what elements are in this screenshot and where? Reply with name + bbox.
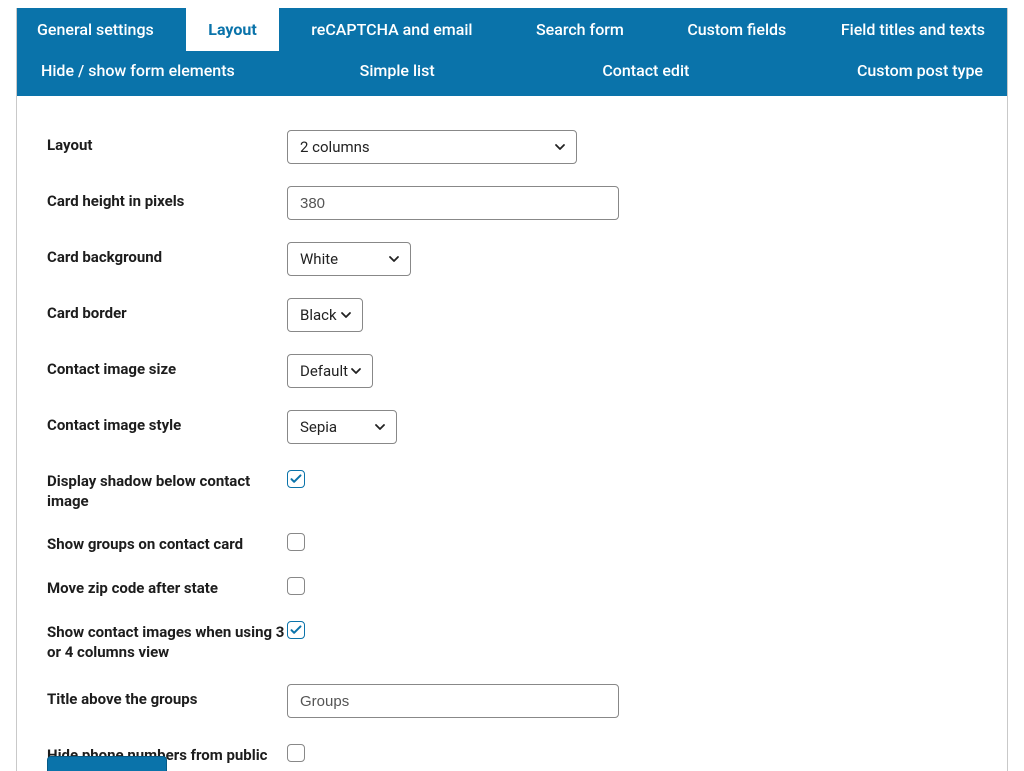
row-show-images-34: Show contact images when using 3 or 4 co… — [47, 617, 977, 662]
chevron-down-icon — [373, 420, 387, 434]
checkbox-move-zip[interactable] — [287, 577, 305, 595]
chevron-down-icon — [339, 308, 353, 322]
select-contact-image-size[interactable]: Default — [287, 354, 373, 388]
checkbox-display-shadow[interactable] — [287, 470, 305, 488]
row-hide-phone: Hide phone numbers from public card — [47, 740, 977, 771]
label-card-background: Card background — [47, 242, 287, 268]
tab-custom-fields[interactable]: Custom fields — [665, 8, 808, 51]
row-groups-title: Title above the groups — [47, 684, 977, 718]
select-card-border[interactable]: Black — [287, 298, 363, 332]
label-move-zip: Move zip code after state — [47, 573, 287, 599]
tab-simple-list[interactable]: Simple list — [336, 51, 459, 90]
label-layout: Layout — [47, 130, 287, 156]
select-contact-image-style-value: Sepia — [300, 418, 337, 436]
label-groups-title: Title above the groups — [47, 684, 287, 710]
row-card-background: Card background White — [47, 242, 977, 276]
select-card-background[interactable]: White — [287, 242, 411, 276]
tabs-bar: General settings Layout reCAPTCHA and em… — [17, 8, 1007, 96]
chevron-down-icon — [349, 364, 363, 378]
checkbox-show-images-34[interactable] — [287, 621, 305, 639]
select-card-border-value: Black — [300, 306, 337, 324]
row-display-shadow: Display shadow below contact image — [47, 466, 977, 511]
checkbox-hide-phone[interactable] — [287, 744, 305, 762]
input-groups-title[interactable] — [287, 684, 619, 718]
input-card-height[interactable] — [287, 186, 619, 220]
tabs-row-secondary: Hide / show form elements Simple list Co… — [17, 51, 1007, 96]
tab-general-settings[interactable]: General settings — [17, 8, 176, 51]
row-contact-image-style: Contact image style Sepia — [47, 410, 977, 444]
select-layout[interactable]: 2 columns — [287, 130, 577, 164]
chevron-down-icon — [387, 252, 401, 266]
chevron-down-icon — [553, 140, 567, 154]
select-layout-value: 2 columns — [300, 138, 370, 156]
label-show-groups: Show groups on contact card — [47, 529, 287, 555]
tab-hide-show-form-elements[interactable]: Hide / show form elements — [17, 51, 259, 90]
row-show-groups: Show groups on contact card — [47, 529, 977, 555]
row-move-zip: Move zip code after state — [47, 573, 977, 599]
row-card-height: Card height in pixels — [47, 186, 977, 220]
save-button[interactable] — [47, 756, 167, 771]
select-card-background-value: White — [300, 250, 338, 268]
row-layout: Layout 2 columns — [47, 130, 977, 164]
label-contact-image-style: Contact image style — [47, 410, 287, 436]
label-display-shadow: Display shadow below contact image — [47, 466, 287, 511]
tab-contact-edit[interactable]: Contact edit — [578, 51, 713, 90]
checkbox-show-groups[interactable] — [287, 533, 305, 551]
tab-custom-post-type[interactable]: Custom post type — [833, 51, 1007, 90]
settings-panel: General settings Layout reCAPTCHA and em… — [16, 8, 1008, 771]
tab-search-form[interactable]: Search form — [514, 8, 646, 51]
tab-layout[interactable]: Layout — [186, 8, 278, 51]
label-show-images-34: Show contact images when using 3 or 4 co… — [47, 617, 287, 662]
label-card-height: Card height in pixels — [47, 186, 287, 212]
settings-content: Layout 2 columns Card height in pixels — [17, 96, 1007, 771]
tab-recaptcha-email[interactable]: reCAPTCHA and email — [289, 8, 494, 51]
row-card-border: Card border Black — [47, 298, 977, 332]
page: General settings Layout reCAPTCHA and em… — [0, 0, 1024, 771]
row-contact-image-size: Contact image size Default — [47, 354, 977, 388]
tab-field-titles-texts[interactable]: Field titles and texts — [819, 8, 1007, 51]
label-card-border: Card border — [47, 298, 287, 324]
label-contact-image-size: Contact image size — [47, 354, 287, 380]
select-contact-image-style[interactable]: Sepia — [287, 410, 397, 444]
tabs-row-primary: General settings Layout reCAPTCHA and em… — [17, 8, 1007, 51]
select-contact-image-size-value: Default — [300, 362, 348, 380]
